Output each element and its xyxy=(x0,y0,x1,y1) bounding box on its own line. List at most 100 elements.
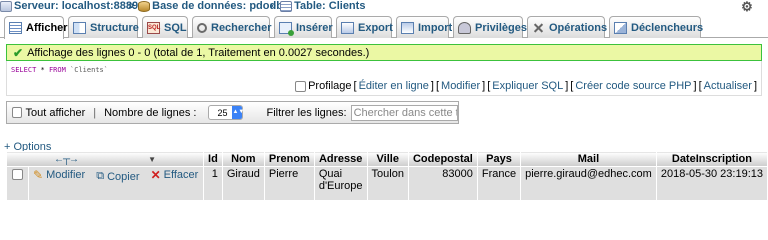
navigation-bar: Tout afficher | Nombre de lignes : 25 ▲▼… xyxy=(6,101,459,124)
table-header-row: ←┬→ ▼ Id Nom Prenom Adresse Ville Codepo… xyxy=(5,151,768,167)
explain-sql-link[interactable]: Expliquer SQL xyxy=(492,80,563,92)
browse-icon xyxy=(9,22,22,34)
column-header-prenom[interactable]: Prenom xyxy=(263,151,315,167)
cell-pays[interactable]: France xyxy=(476,166,522,201)
edit-query-link[interactable]: Modifier xyxy=(441,80,480,92)
cell-ville[interactable]: Toulon xyxy=(366,166,409,201)
breadcrumb-table[interactable]: » Table: Clients xyxy=(270,0,365,12)
tab-structure[interactable]: Structure xyxy=(68,16,139,38)
tab-search[interactable]: Rechercher xyxy=(192,16,272,38)
privileges-icon xyxy=(458,21,471,34)
tab-label: SQL xyxy=(164,21,187,34)
actions-header: ←┬→ ▼ xyxy=(5,151,205,167)
pencil-icon: ✎ xyxy=(33,168,44,182)
profiling-checkbox[interactable] xyxy=(295,80,307,92)
sql-star: * xyxy=(40,66,45,74)
rows-select-value: 25 xyxy=(217,107,228,118)
tab-label: Structure xyxy=(90,21,139,34)
column-arrows-icon[interactable]: ←┬→ xyxy=(54,154,79,165)
breadcrumb: Serveur: localhost:8889 » Base de donnée… xyxy=(0,0,768,14)
table-row: ✎ Modifier ⧉ Copier ✕ Effacer 1 Giraud P… xyxy=(6,166,768,201)
cell-id[interactable]: 1 xyxy=(203,166,223,201)
check-icon: ✔ xyxy=(13,45,24,60)
cell-adresse-line2: d'Europe xyxy=(318,180,363,192)
operations-icon xyxy=(532,22,545,34)
tab-insert[interactable]: Insérer xyxy=(274,16,333,38)
column-header-dateinscription[interactable]: DateInscription xyxy=(655,151,768,167)
server-icon xyxy=(0,0,12,12)
edit-row-label: Modifier xyxy=(46,169,86,181)
edit-inline-link[interactable]: Éditer en ligne xyxy=(359,80,429,92)
tab-triggers[interactable]: Déclencheurs xyxy=(609,16,704,38)
breadcrumb-database-label[interactable]: Base de données: pdodb xyxy=(152,0,283,12)
export-icon xyxy=(341,21,354,34)
row-checkbox[interactable] xyxy=(12,168,23,180)
column-header-ville[interactable]: Ville xyxy=(366,151,409,167)
cell-date[interactable]: 2018-05-30 23:19:13 xyxy=(655,166,768,201)
tab-label: Afficher xyxy=(26,22,68,34)
filter-input[interactable]: Chercher dans cette tab xyxy=(350,104,459,121)
cell-nom[interactable]: Giraud xyxy=(221,166,265,201)
copy-icon: ⧉ xyxy=(96,170,105,182)
rows-select[interactable]: 25 ▲▼ xyxy=(208,105,244,120)
refresh-link[interactable]: Actualiser xyxy=(704,80,752,92)
tab-label: Déclencheurs xyxy=(631,21,704,34)
tab-import[interactable]: Import xyxy=(396,16,453,38)
cell-prenom[interactable]: Pierre xyxy=(263,166,315,201)
cell-adresse-line1: Quai xyxy=(318,168,343,180)
tab-label: Export xyxy=(358,21,393,34)
column-header-nom[interactable]: Nom xyxy=(221,151,265,167)
tab-operations[interactable]: Opérations xyxy=(527,16,608,38)
create-php-link[interactable]: Créer code source PHP xyxy=(575,80,691,92)
rows-label: Nombre de lignes : xyxy=(104,106,197,119)
sql-table: `Clients` xyxy=(70,66,108,74)
cell-adresse[interactable]: Quai d'Europe xyxy=(313,166,368,201)
import-icon xyxy=(401,21,414,34)
chevron-updown-icon: ▲▼ xyxy=(232,106,244,119)
breadcrumb-table-label[interactable]: Table: Clients xyxy=(294,0,365,12)
breadcrumb-separator: » xyxy=(128,0,135,12)
triggers-icon xyxy=(614,21,627,34)
column-header-codepostal[interactable]: Codepostal xyxy=(407,151,478,167)
tab-export[interactable]: Export xyxy=(336,16,393,38)
results-table: ←┬→ ▼ Id Nom Prenom Adresse Ville Codepo… xyxy=(5,151,768,201)
tab-label: Rechercher xyxy=(211,21,272,34)
breadcrumb-separator: » xyxy=(270,0,277,12)
breadcrumb-database[interactable]: » Base de données: pdodb xyxy=(128,0,283,12)
database-icon xyxy=(138,0,151,12)
tab-label: Opérations xyxy=(549,21,608,34)
separator: | xyxy=(93,106,97,119)
column-header-pays[interactable]: Pays xyxy=(476,151,522,167)
delete-row-button[interactable]: ✕ Effacer xyxy=(151,168,199,182)
copy-row-label: Copier xyxy=(107,170,140,183)
column-header-mail[interactable]: Mail xyxy=(520,151,657,167)
sql-icon: SQL xyxy=(147,21,160,34)
tab-label: Import xyxy=(418,21,453,34)
sort-dropdown-icon[interactable]: ▼ xyxy=(148,155,156,164)
column-header-adresse[interactable]: Adresse xyxy=(313,151,368,167)
tab-label: Insérer xyxy=(296,21,333,34)
show-all-checkbox[interactable] xyxy=(12,107,22,118)
search-icon xyxy=(197,22,207,33)
column-header-id[interactable]: Id xyxy=(203,151,223,167)
filter-label: Filtrer les lignes: xyxy=(266,106,347,119)
cell-codepostal[interactable]: 83000 xyxy=(407,166,478,201)
sql-keyword: SELECT xyxy=(11,66,37,74)
tab-label: Privilèges xyxy=(475,21,527,34)
profiling-label: Profilage xyxy=(308,80,352,92)
tab-sql[interactable]: SQL SQL xyxy=(142,16,188,38)
delete-row-label: Effacer xyxy=(163,169,199,181)
delete-icon: ✕ xyxy=(150,168,161,182)
row-actions-cell: ✎ Modifier ⧉ Copier ✕ Effacer xyxy=(27,166,205,201)
breadcrumb-server[interactable]: Serveur: localhost:8889 xyxy=(0,0,138,12)
edit-row-button[interactable]: ✎ Modifier xyxy=(33,168,85,182)
insert-icon xyxy=(279,21,294,36)
sql-keyword: FROM xyxy=(48,66,66,74)
cell-mail[interactable]: pierre.giraud@edhec.com xyxy=(520,166,657,201)
gear-icon[interactable]: ⚙ xyxy=(740,0,754,14)
breadcrumb-server-label[interactable]: Serveur: localhost:8889 xyxy=(14,0,138,12)
tab-browse[interactable]: Afficher xyxy=(4,16,68,39)
success-message: ✔ Affichage des lignes 0 - 0 (total de 1… xyxy=(6,44,762,61)
tab-privileges[interactable]: Privilèges xyxy=(453,16,527,38)
copy-row-button[interactable]: ⧉ Copier xyxy=(96,170,139,183)
